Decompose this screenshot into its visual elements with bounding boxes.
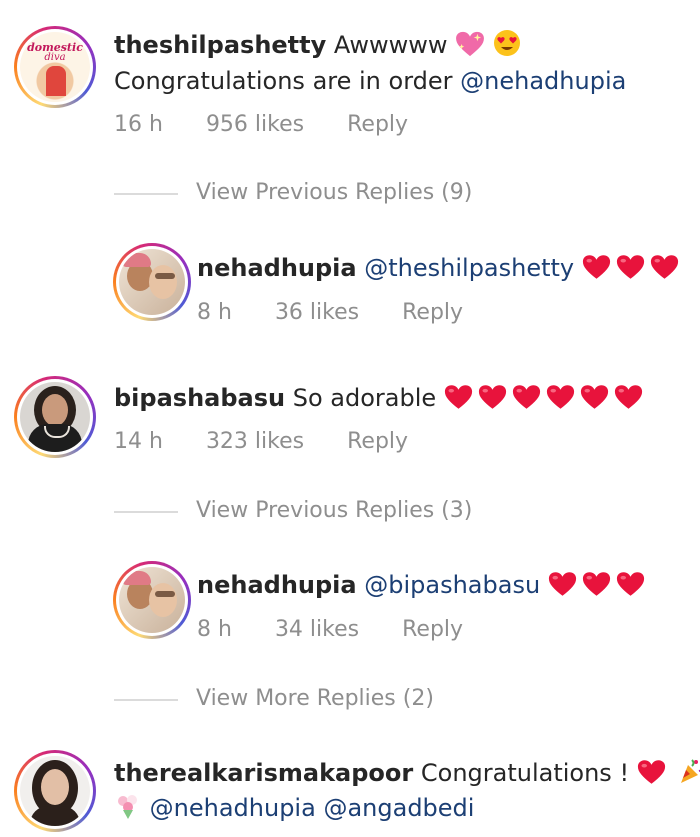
comment-username[interactable]: bipashabasu bbox=[114, 384, 285, 412]
red-heart-icon bbox=[616, 571, 645, 597]
comment-time: 8 h bbox=[197, 300, 232, 325]
comment-text: theshilpashetty Awwwww bbox=[114, 28, 521, 66]
mention-link[interactable]: @bipashabasu bbox=[364, 571, 540, 599]
comment-username[interactable]: nehadhupia bbox=[197, 571, 357, 599]
comment-username[interactable]: nehadhupia bbox=[197, 254, 357, 282]
avatar[interactable] bbox=[113, 561, 191, 639]
comment-body: Awwwww bbox=[333, 31, 448, 59]
comment-meta: 14 h 323 likes Reply bbox=[114, 429, 408, 454]
comment-likes[interactable]: 34 likes bbox=[275, 617, 359, 642]
mention-link[interactable]: @theshilpashetty bbox=[364, 254, 574, 282]
comment-text-line2: @nehadhupia @angadbedi bbox=[114, 791, 474, 829]
sparkling-heart-icon bbox=[455, 31, 485, 66]
reply-button[interactable]: Reply bbox=[402, 617, 463, 642]
divider bbox=[114, 193, 178, 195]
comment-meta: 8 h 36 likes Reply bbox=[197, 300, 463, 325]
red-heart-icon bbox=[614, 384, 643, 410]
comment-body: Congratulations are in order bbox=[114, 67, 453, 95]
reply-text: nehadhupia @bipashabasu bbox=[197, 568, 650, 602]
comment-username[interactable]: therealkarismakapoor bbox=[114, 759, 413, 787]
view-more-replies-button[interactable]: View More Replies (2) bbox=[196, 686, 434, 711]
comment-time: 14 h bbox=[114, 429, 163, 454]
comment-likes[interactable]: 36 likes bbox=[275, 300, 359, 325]
avatar-caption: diva bbox=[44, 52, 66, 63]
reply-text: nehadhupia @theshilpashetty bbox=[197, 251, 684, 285]
domestic-diva-avatar-image: domestic diva bbox=[20, 32, 90, 102]
avatar-image bbox=[20, 382, 90, 452]
red-heart-icon bbox=[637, 759, 666, 785]
red-heart-icon bbox=[478, 384, 507, 410]
comment-likes[interactable]: 956 likes bbox=[206, 112, 304, 137]
comment-meta: 8 h 34 likes Reply bbox=[197, 617, 463, 642]
bouquet-icon bbox=[114, 792, 142, 829]
red-heart-icon bbox=[580, 384, 609, 410]
view-previous-replies-button[interactable]: View Previous Replies (3) bbox=[196, 498, 472, 523]
red-heart-icon bbox=[444, 384, 473, 410]
mention-link[interactable]: @nehadhupia bbox=[460, 67, 626, 95]
red-heart-icon bbox=[512, 384, 541, 410]
avatar[interactable] bbox=[113, 243, 191, 321]
avatar[interactable]: domestic diva bbox=[14, 26, 96, 108]
avatar[interactable] bbox=[14, 376, 96, 458]
heart-eyes-emoji-icon bbox=[493, 29, 521, 66]
avatar-image bbox=[119, 567, 185, 633]
comment-time: 8 h bbox=[197, 617, 232, 642]
comment-meta: 16 h 956 likes Reply bbox=[114, 112, 408, 137]
red-heart-icon bbox=[582, 571, 611, 597]
avatar[interactable] bbox=[14, 750, 96, 832]
comment-text-line2: Congratulations are in order @nehadhupia bbox=[114, 64, 626, 98]
party-popper-icon bbox=[678, 757, 700, 794]
reply-button[interactable]: Reply bbox=[402, 300, 463, 325]
reply-button[interactable]: Reply bbox=[347, 429, 408, 454]
mention-link[interactable]: @nehadhupia bbox=[150, 794, 316, 822]
comment-time: 16 h bbox=[114, 112, 163, 137]
view-previous-replies-button[interactable]: View Previous Replies (9) bbox=[196, 180, 472, 205]
comment-text: therealkarismakapoor Congratulations ! bbox=[114, 756, 700, 794]
comment-body: So adorable bbox=[292, 384, 437, 412]
comment-username[interactable]: theshilpashetty bbox=[114, 31, 326, 59]
comment-likes[interactable]: 323 likes bbox=[206, 429, 304, 454]
avatar-image bbox=[20, 756, 90, 826]
avatar-image bbox=[119, 249, 185, 315]
red-heart-icon bbox=[582, 254, 611, 280]
comment-text: bipashabasu So adorable bbox=[114, 381, 648, 415]
comment-body: Congratulations ! bbox=[420, 759, 630, 787]
divider bbox=[114, 511, 178, 513]
red-heart-icon bbox=[650, 254, 679, 280]
red-heart-icon bbox=[546, 384, 575, 410]
red-heart-icon bbox=[548, 571, 577, 597]
divider bbox=[114, 699, 178, 701]
red-heart-icon bbox=[616, 254, 645, 280]
mention-link[interactable]: @angadbedi bbox=[323, 794, 474, 822]
reply-button[interactable]: Reply bbox=[347, 112, 408, 137]
